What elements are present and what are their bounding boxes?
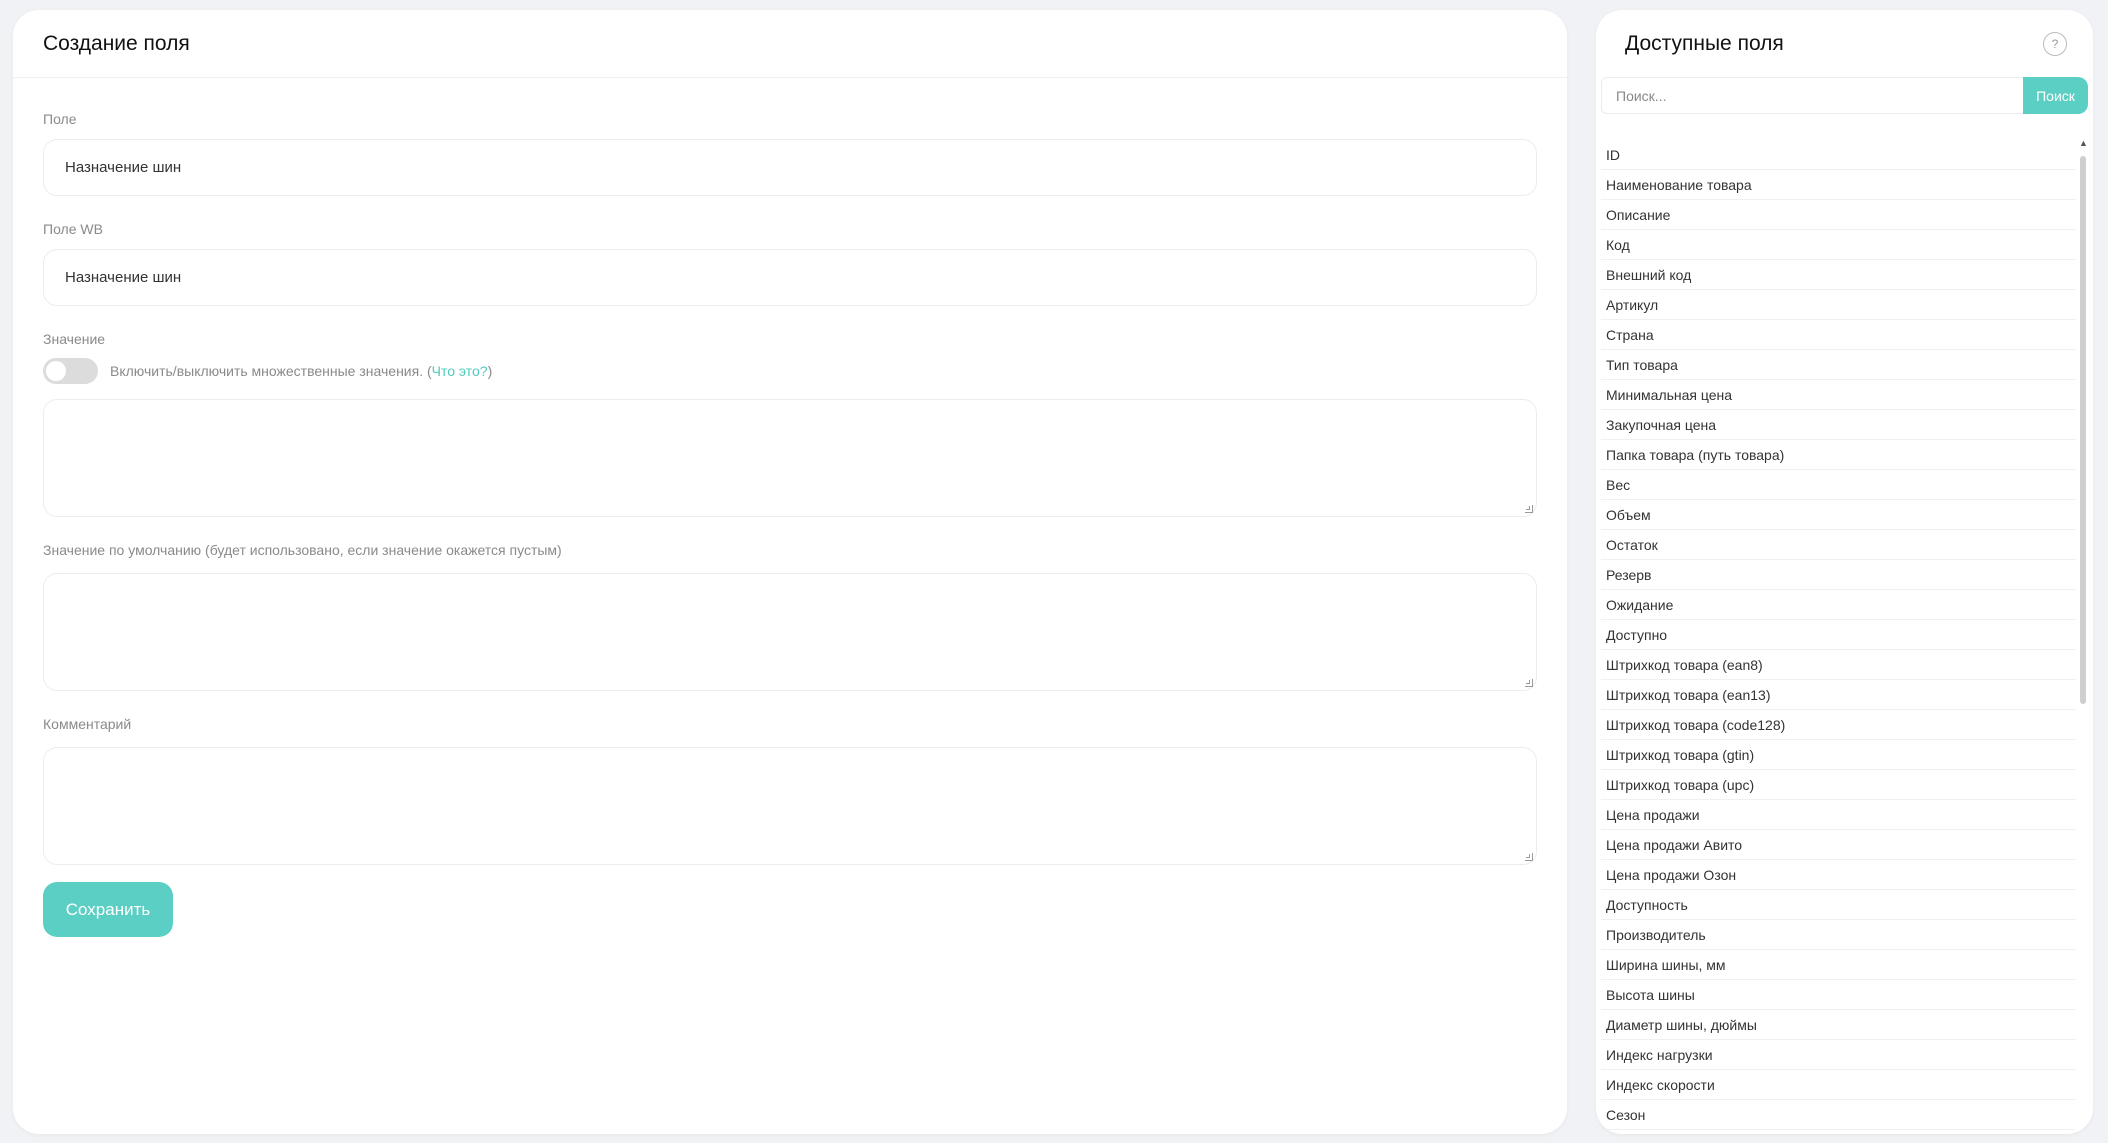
scroll-down-icon[interactable]: ▼ (2079, 1132, 2088, 1134)
search-input[interactable]: Поиск... (1601, 77, 2023, 114)
scrollbar-thumb[interactable] (2080, 156, 2086, 704)
field-input[interactable]: Назначение шин (43, 139, 1537, 196)
list-item[interactable]: Сезон (1601, 1100, 2076, 1130)
list-item[interactable]: Цена продажи Авито (1601, 830, 2076, 860)
list-item[interactable]: Высота шины (1601, 980, 2076, 1010)
list-item[interactable]: Резерв (1601, 560, 2076, 590)
resize-grip-icon[interactable] (1525, 853, 1533, 861)
value-textarea[interactable] (43, 399, 1537, 517)
resize-grip-icon[interactable] (1525, 505, 1533, 513)
list-item[interactable]: Штрихкод товара (ean8) (1601, 650, 2076, 680)
list-item[interactable]: Цена продажи (1601, 800, 2076, 830)
list-item[interactable]: Ширина шины, мм (1601, 950, 2076, 980)
scroll-up-icon[interactable]: ▲ (2079, 138, 2088, 148)
multi-value-toggle[interactable] (43, 358, 98, 384)
list-item[interactable]: Закупочная цена (1601, 410, 2076, 440)
help-icon[interactable]: ? (2043, 31, 2067, 56)
list-item[interactable]: Артикул (1601, 290, 2076, 320)
list-item[interactable]: Описание (1601, 200, 2076, 230)
list-item[interactable]: Объем (1601, 500, 2076, 530)
list-item[interactable]: Внешний код (1601, 260, 2076, 290)
list-item[interactable]: ID (1601, 140, 2076, 170)
value-label: Значение (43, 331, 106, 347)
list-item[interactable]: Минимальная цена (1601, 380, 2076, 410)
list-item[interactable]: Код (1601, 230, 2076, 260)
search-button[interactable]: Поиск (2023, 77, 2088, 114)
default-value-label: Значение по умолчанию (будет использован… (43, 542, 562, 558)
search-row: Поиск... Поиск (1601, 77, 2088, 114)
list-item[interactable]: Цена продажи Озон (1601, 860, 2076, 890)
field-label: Поле (43, 111, 77, 127)
list-item[interactable]: Штрихкод товара (code128) (1601, 710, 2076, 740)
list-item[interactable]: Штрихкод товара (gtin) (1601, 740, 2076, 770)
multi-value-toggle-row: Включить/выключить множественные значени… (43, 358, 1537, 384)
resize-grip-icon[interactable] (1525, 679, 1533, 687)
list-item[interactable]: Диаметр шины, дюймы (1601, 1010, 2076, 1040)
toggle-text: Включить/выключить множественные значени… (110, 363, 432, 379)
wb-field-input[interactable]: Назначение шин (43, 249, 1537, 306)
list-item[interactable]: Остаток (1601, 530, 2076, 560)
page-title: Создание поля (43, 31, 190, 55)
list-item[interactable]: Вес (1601, 470, 2076, 500)
available-fields-card: Доступные поля ? Поиск... Поиск ID Наимен… (1596, 10, 2093, 1134)
toggle-knob (46, 361, 66, 381)
comment-textarea[interactable] (43, 747, 1537, 865)
what-is-this-link[interactable]: Что это? (432, 363, 488, 379)
panel-title: Доступные поля (1625, 31, 1784, 55)
list-item[interactable]: Штрихкод товара (upc) (1601, 770, 2076, 800)
fields-list-container: ID Наименование товара Описание Код Внешний … (1601, 138, 2088, 1134)
save-button[interactable]: Сохранить (43, 882, 173, 937)
create-field-form: Поле Назначение шин Поле WB Назначение ш… (13, 111, 1567, 937)
scrollbar[interactable]: ▲ ▼ (2078, 138, 2088, 1134)
list-item[interactable]: Тип товара (1601, 350, 2076, 380)
list-item[interactable]: Доступно (1601, 620, 2076, 650)
fields-list: ID Наименование товара Описание Код Внешний … (1601, 140, 2076, 1130)
list-item[interactable]: Индекс скорости (1601, 1070, 2076, 1100)
default-value-textarea[interactable] (43, 573, 1537, 691)
card-header: Создание поля (13, 10, 1567, 78)
wb-field-label: Поле WB (43, 221, 103, 237)
list-item[interactable]: Штрихкод товара (ean13) (1601, 680, 2076, 710)
list-item[interactable]: Индекс нагрузки (1601, 1040, 2076, 1070)
create-field-card: Создание поля Поле Назначение шин Поле W… (13, 10, 1567, 1134)
list-item[interactable]: Страна (1601, 320, 2076, 350)
list-item[interactable]: Ожидание (1601, 590, 2076, 620)
toggle-text-end: ) (487, 363, 493, 379)
comment-label: Комментарий (43, 716, 132, 732)
list-item[interactable]: Папка товара (путь товара) (1601, 440, 2076, 470)
list-item[interactable]: Производитель (1601, 920, 2076, 950)
list-item[interactable]: Доступность (1601, 890, 2076, 920)
list-item[interactable]: Наименование товара (1601, 170, 2076, 200)
panel-header: Доступные поля ? (1596, 10, 2093, 77)
